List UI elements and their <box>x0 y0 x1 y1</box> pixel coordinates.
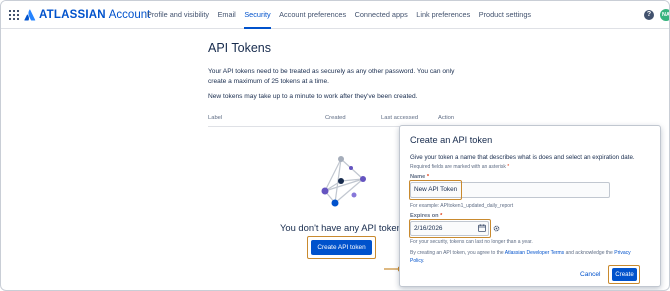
create-token-dialog: Create an API token Give your token a na… <box>399 125 661 287</box>
terms-pre: By creating an API token, you agree to t… <box>410 250 505 256</box>
dialog-description: Give your token a name that describes wh… <box>410 154 635 161</box>
nav-tabs: Profile and visibility Email Security Ac… <box>147 1 540 29</box>
empty-state-illustration <box>321 156 366 207</box>
page-title: API Tokens <box>208 41 272 55</box>
atlassian-logo[interactable]: ATLASSIAN Account <box>24 8 150 22</box>
create-button[interactable]: Create <box>612 268 637 281</box>
top-navigation: ATLASSIAN Account Profile and visibility… <box>1 1 669 29</box>
empty-state-message: You don't have any API token <box>280 222 402 233</box>
column-action: Action <box>438 115 455 121</box>
cancel-button[interactable]: Cancel <box>580 271 601 278</box>
terms-text: By creating an API token, you agree to t… <box>410 250 645 265</box>
name-help-text: For example: APItoken1_updated_daily_rep… <box>410 203 514 209</box>
date-highlight <box>409 219 491 238</box>
help-icon[interactable]: ? <box>644 10 654 20</box>
tab-connected-apps[interactable]: Connected apps <box>355 1 408 29</box>
terms-end: . <box>422 257 425 264</box>
expires-help-text: For your security, tokens can last no lo… <box>410 239 533 245</box>
tab-profile-and-visibility[interactable]: Profile and visibility <box>147 1 209 29</box>
tab-account-preferences[interactable]: Account preferences <box>279 1 346 29</box>
logo-text: ATLASSIAN <box>39 9 106 21</box>
app-switcher-icon[interactable] <box>9 10 19 20</box>
developer-terms-link[interactable]: Atlassian Developer Terms <box>505 250 564 256</box>
column-label: Label <box>208 115 223 121</box>
avatar[interactable]: NA <box>660 9 669 21</box>
create-api-token-button[interactable]: Create API token <box>311 240 372 255</box>
required-note: Required fields are marked with an aster… <box>410 164 509 170</box>
tab-security[interactable]: Security <box>244 1 272 29</box>
tab-email[interactable]: Email <box>218 1 236 29</box>
column-created: Created <box>325 115 346 121</box>
terms-mid: and acknowledge the <box>564 250 615 256</box>
required-note-text: Required fields are marked with an aster… <box>410 164 506 170</box>
required-asterisk: * <box>507 164 510 170</box>
column-last-accessed: Last accessed <box>381 115 419 121</box>
name-highlight <box>409 180 462 200</box>
dialog-title: Create an API token <box>410 135 493 145</box>
tab-product-settings[interactable]: Product settings <box>479 1 531 29</box>
gear-icon[interactable] <box>493 225 500 232</box>
page-note: New tokens may take up to a minute to wo… <box>208 93 418 100</box>
tab-link-preferences[interactable]: Link preferences <box>416 1 470 29</box>
app-frame: ATLASSIAN Account Profile and visibility… <box>0 0 670 291</box>
atlassian-logo-icon <box>24 9 36 21</box>
logo-subtitle: Account <box>108 9 151 21</box>
page-description: Your API tokens need to be treated as se… <box>208 68 455 85</box>
